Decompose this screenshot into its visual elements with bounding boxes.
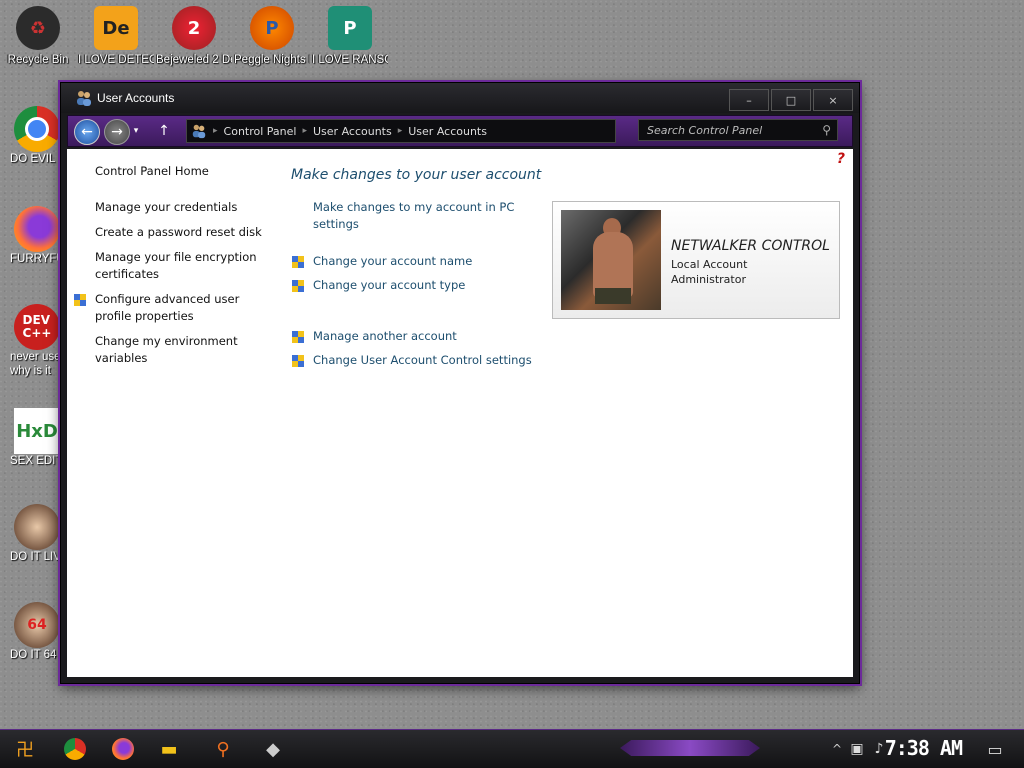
account-name: NETWALKER CONTROL: [671, 238, 830, 254]
address-bar[interactable]: ▸ Control Panel ▸ User Accounts ▸ User A…: [186, 119, 616, 143]
desktop-icon-label: Peggle Nights Deluxe: [234, 54, 310, 66]
avatar: [561, 210, 661, 310]
chevron-right-icon: ▸: [302, 126, 307, 136]
uac-shield-icon: [292, 355, 304, 367]
task-change-account-type[interactable]: Change your account type: [292, 277, 551, 294]
sidebar-item-label: Configure advanced user profile properti…: [95, 292, 240, 323]
file-explorer-icon[interactable]: ▬: [152, 733, 186, 765]
recycle-bin-icon: ♻: [16, 6, 60, 50]
start-icon[interactable]: 卍: [8, 733, 42, 765]
desktop-icon-label: Bejeweled 2 Deluxe: [156, 54, 232, 66]
taskbar-decoration: [620, 740, 760, 756]
task-pc-settings[interactable]: Make changes to my account in PC setting…: [313, 199, 523, 233]
desktop-icon-label: Recycle Bin: [7, 54, 69, 66]
uac-shield-icon: [292, 256, 304, 268]
desktop-icon-do-it-liv[interactable]: DO IT LIV: [0, 504, 64, 564]
content-area: ? Control Panel Home Manage your credent…: [67, 149, 853, 677]
minimize-button[interactable]: –: [729, 89, 769, 111]
breadcrumb-user-accounts-current[interactable]: User Accounts: [408, 125, 487, 138]
devcpp-icon: DEV C++: [14, 304, 60, 350]
sidebar-item-environment-variables[interactable]: Change my environment variables: [95, 333, 245, 367]
task-label: Change your account type: [313, 278, 466, 292]
publisher-icon: P: [328, 6, 372, 50]
desktop-icon-ransomware[interactable]: P I LOVE RANSOMWARE: [312, 6, 388, 67]
desktop-icon-label: FURRYFUC: [10, 253, 64, 265]
recent-locations-icon[interactable]: ▾: [130, 119, 142, 143]
desktop-icon-label: DO IT 64 B: [10, 649, 64, 661]
desktop-icon-bejeweled[interactable]: 2 Bejeweled 2 Deluxe: [156, 6, 232, 67]
notification-icon[interactable]: ▭: [978, 733, 1012, 765]
maximize-button[interactable]: □: [771, 89, 811, 111]
sidebar: Control Panel Home Manage your credentia…: [74, 163, 275, 375]
desktop-icon-label: I LOVE RANSOMWARE: [312, 54, 388, 66]
desktop-icon-furryfuc[interactable]: FURRYFUC: [0, 206, 64, 266]
back-button[interactable]: ←: [74, 119, 100, 145]
up-button[interactable]: ↑: [152, 119, 176, 143]
search-icon[interactable]: ⚲: [206, 733, 240, 765]
navigation-bar: ← → ▾ ↑ ▸ Control Panel ▸ User Accounts …: [67, 115, 853, 147]
task-label: Change your account name: [313, 254, 473, 268]
users-icon: [192, 124, 206, 139]
window-controls: – □ ×: [729, 89, 853, 111]
uac-shield-icon: [292, 280, 304, 292]
account-role: Administrator: [671, 273, 746, 286]
task-label: Change User Account Control settings: [313, 353, 532, 367]
help-icon[interactable]: ?: [837, 151, 845, 167]
desktop-icon-detecting[interactable]: De I LOVE DETECTING: [78, 6, 154, 67]
chevron-right-icon: ▸: [397, 126, 403, 136]
uac-shield-icon: [74, 294, 86, 306]
forward-button[interactable]: →: [104, 119, 130, 145]
clock[interactable]: 7:38 AM: [885, 736, 963, 760]
app-icon[interactable]: ◆: [256, 733, 290, 765]
search-icon[interactable]: ⚲: [822, 123, 831, 137]
desktop-icon-label: I LOVE DETECTING: [78, 54, 154, 66]
desktop-icon-label: DO EVIL: [10, 153, 56, 165]
search-input[interactable]: Search Control Panel ⚲: [638, 119, 838, 141]
desktop-icon-recycle-bin[interactable]: ♻ Recycle Bin: [0, 6, 76, 67]
chrome-icon[interactable]: [58, 733, 92, 765]
task-change-account-name[interactable]: Change your account name: [292, 253, 551, 270]
portrait-64-icon: 64: [14, 602, 60, 648]
close-button[interactable]: ×: [813, 89, 853, 111]
breadcrumb-user-accounts[interactable]: User Accounts: [313, 125, 392, 138]
account-type: Local Account: [671, 258, 748, 271]
breadcrumb-control-panel[interactable]: Control Panel: [224, 125, 297, 138]
portrait-icon: [14, 504, 60, 550]
page-title: Make changes to your user account: [291, 167, 542, 183]
users-icon: [77, 91, 91, 106]
uac-shield-icon: [292, 331, 304, 343]
desktop-icon-do-evil[interactable]: DO EVIL: [0, 106, 64, 166]
sidebar-item-file-encryption[interactable]: Manage your file encryption certificates: [95, 249, 265, 283]
hxd-icon: HxD: [14, 408, 60, 454]
task-label: Manage another account: [313, 329, 457, 343]
peggle-icon: P: [250, 6, 294, 50]
window-title: User Accounts: [97, 91, 175, 105]
desktop-icon-label: never use why is it: [10, 351, 61, 377]
sidebar-item-password-reset-disk[interactable]: Create a password reset disk: [95, 224, 275, 241]
chevron-right-icon: ▸: [213, 126, 218, 136]
desktop-icon-devcpp[interactable]: DEV C++ never use why is it: [0, 304, 64, 378]
task-manage-another-account[interactable]: Manage another account: [292, 328, 551, 345]
account-card: NETWALKER CONTROL Local Account Administ…: [552, 201, 840, 319]
title-bar[interactable]: User Accounts – □ ×: [61, 83, 859, 113]
desktop-icon-hxd[interactable]: HxD SEX EDITO: [0, 408, 64, 468]
chrome-icon: [14, 106, 60, 152]
user-accounts-window: User Accounts – □ × ← → ▾ ↑ ▸ Control Pa…: [60, 82, 860, 684]
bejeweled-icon: 2: [172, 6, 216, 50]
desktop-icon-label: SEX EDITO: [10, 455, 64, 467]
firefox-icon: [14, 206, 60, 252]
main-panel: Make changes to your user account Make c…: [291, 167, 551, 369]
taskbar: 卍 ▬ ⚲ ◆ ^ ▣ ♪ 7:38 AM ▭: [0, 729, 1024, 768]
desktop-icon-label: DO IT LIV: [10, 551, 61, 563]
desktop-icon-do-it-64[interactable]: 64 DO IT 64 B: [0, 602, 64, 662]
search-placeholder: Search Control Panel: [647, 123, 763, 137]
firefox-icon[interactable]: [106, 733, 140, 765]
desktop-icon-peggle[interactable]: P Peggle Nights Deluxe: [234, 6, 310, 67]
sidebar-item-advanced-profile[interactable]: Configure advanced user profile properti…: [74, 291, 265, 325]
die-icon: De: [94, 6, 138, 50]
sidebar-item-control-panel-home[interactable]: Control Panel Home: [95, 163, 275, 180]
task-uac-settings[interactable]: Change User Account Control settings: [292, 352, 553, 369]
sidebar-item-manage-credentials[interactable]: Manage your credentials: [95, 199, 275, 216]
